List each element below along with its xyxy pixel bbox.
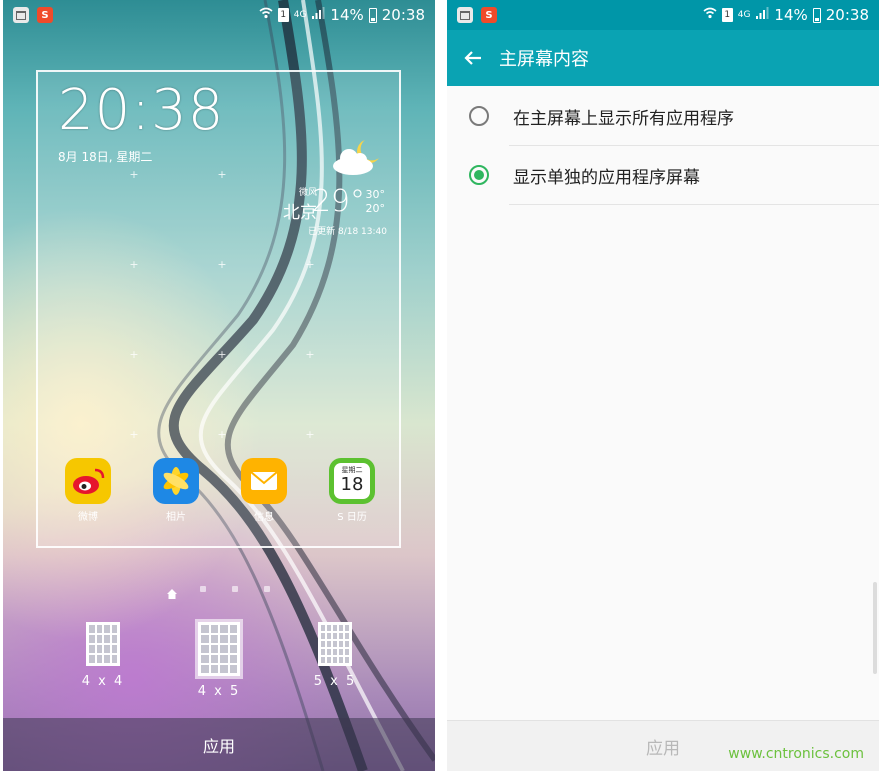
battery-icon	[812, 7, 821, 23]
page-dot[interactable]	[232, 586, 238, 592]
grid-marker: +	[129, 168, 139, 181]
calendar-icon: 星期二 18	[329, 458, 375, 504]
battery-icon	[368, 7, 377, 23]
grid-marker: +	[129, 428, 139, 441]
grid-option-label: 4 x 4	[81, 674, 125, 689]
app-label: S 日历	[337, 512, 367, 523]
grid-marker: +	[305, 258, 315, 271]
clock-time: 20:38	[58, 78, 225, 143]
weather-high: 30°	[365, 188, 386, 201]
grid-marker: +	[217, 258, 227, 271]
radio-button[interactable]	[469, 106, 489, 126]
calendar-day: 18	[340, 474, 364, 495]
weather-updated: 已更新 8/18 13:40	[308, 227, 387, 237]
home-screen-preview[interactable]: 20:38 8月 18日, 星期二 微风 北京 29° 30° 20° 已更新 …	[36, 70, 401, 548]
grid-marker: +	[305, 348, 315, 361]
wifi-icon	[259, 6, 273, 24]
watermark: www.cntronics.com	[728, 746, 864, 762]
grid-option-4x4[interactable]: 4 x 4	[63, 622, 143, 689]
page-dot[interactable]	[264, 586, 270, 592]
grid-marker: +	[217, 348, 227, 361]
home-grid-editor-screen: S 1 4G 14% 20:38 20:38 8月 18日, 星期二 微风 北京…	[3, 0, 435, 771]
app-label: 信息	[254, 512, 274, 523]
edge-panel-handle[interactable]	[873, 582, 877, 674]
back-arrow-icon[interactable]	[461, 46, 485, 70]
page-indicator	[3, 584, 435, 599]
app-weibo[interactable]: 微博	[58, 458, 118, 523]
grid-marker: +	[217, 168, 227, 181]
grid-option-4x5[interactable]: 4 x 5	[179, 622, 259, 699]
app-gallery[interactable]: 相片	[146, 458, 206, 523]
app-s-icon: S	[37, 7, 53, 23]
network-type: 4G	[293, 10, 307, 20]
sim-icon: 1	[721, 8, 733, 22]
status-time: 20:38	[825, 6, 869, 24]
apply-button[interactable]: 应用	[3, 718, 435, 771]
status-time: 20:38	[381, 6, 425, 24]
weather-low: 20°	[365, 202, 386, 215]
status-bar: S 1 4G 14% 20:38	[3, 0, 435, 30]
messages-icon	[241, 458, 287, 504]
app-messages[interactable]: 信息	[234, 458, 294, 523]
option-label: 在主屏幕上显示所有应用程序	[513, 108, 734, 129]
app-label: 相片	[166, 512, 186, 523]
partly-cloudy-night-icon	[333, 140, 379, 175]
sim-icon: 1	[277, 8, 289, 22]
status-bar: S 1 4G 14% 20:38	[447, 0, 879, 30]
signal-icon	[311, 6, 325, 24]
weibo-icon	[65, 458, 111, 504]
home-screen-content-settings: S 1 4G 14% 20:38 主屏幕内容 在主屏幕上显示所有应用程序 显示单…	[447, 0, 879, 771]
grid-marker: +	[129, 348, 139, 361]
grid-option-5x5[interactable]: 5 x 5	[295, 622, 375, 689]
option-label: 显示单独的应用程序屏幕	[513, 167, 700, 188]
clock-date: 8月 18日, 星期二	[58, 150, 153, 164]
battery-percent: 14%	[774, 6, 808, 24]
page-dot[interactable]	[200, 586, 206, 592]
grid-option-label: 4 x 5	[197, 684, 241, 699]
grid-option-label: 5 x 5	[313, 674, 357, 689]
grid-marker: +	[217, 428, 227, 441]
weather-temperature: 29°	[311, 184, 365, 219]
option-show-all-apps[interactable]: 在主屏幕上显示所有应用程序	[447, 87, 879, 145]
battery-percent: 14%	[330, 6, 364, 24]
grid-marker: +	[129, 258, 139, 271]
grid-marker: +	[305, 428, 315, 441]
network-type: 4G	[737, 10, 751, 20]
home-page-icon[interactable]	[167, 584, 177, 599]
signal-icon	[755, 6, 769, 24]
grid-5x5-icon	[318, 622, 352, 666]
grid-4x5-icon	[198, 622, 240, 676]
app-s-icon: S	[481, 7, 497, 23]
gallery-icon	[153, 458, 199, 504]
divider	[509, 204, 879, 205]
radio-button-checked[interactable]	[469, 165, 489, 185]
app-label: 微博	[78, 512, 98, 523]
toolbar: 主屏幕内容	[447, 30, 879, 86]
app-calendar[interactable]: 星期二 18 S 日历	[322, 458, 382, 523]
page-title: 主屏幕内容	[499, 49, 589, 70]
option-separate-apps-screen[interactable]: 显示单独的应用程序屏幕	[447, 146, 879, 204]
notification-icon	[13, 7, 29, 23]
grid-4x4-icon	[86, 622, 120, 666]
wifi-icon	[703, 6, 717, 24]
notification-icon	[457, 7, 473, 23]
